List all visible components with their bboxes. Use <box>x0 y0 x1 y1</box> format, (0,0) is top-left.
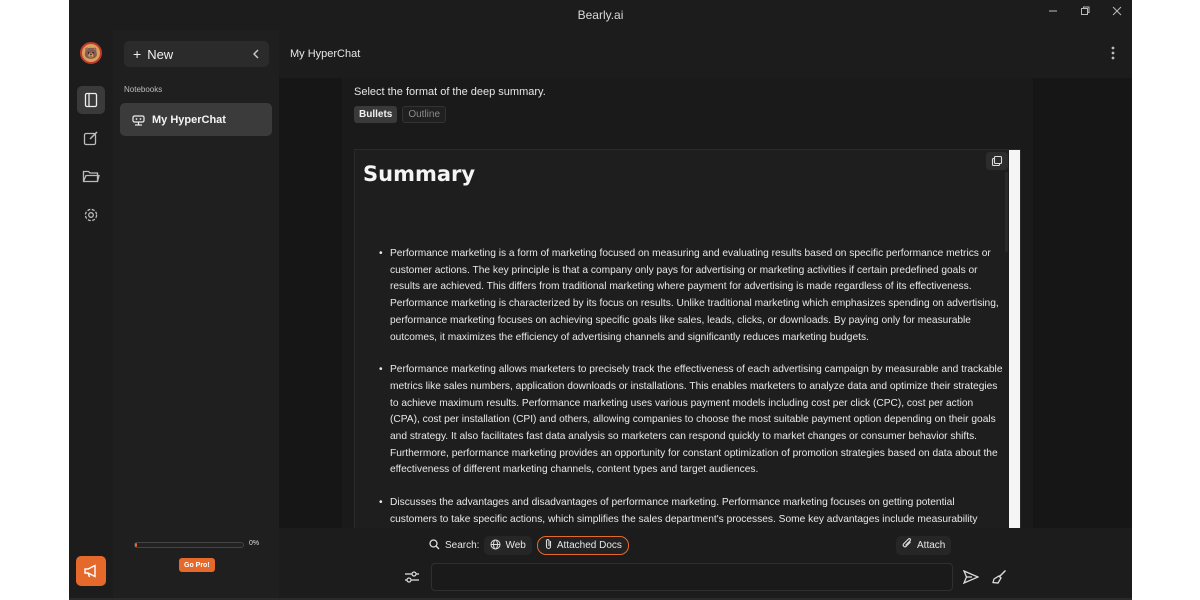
attach-button[interactable]: Attach <box>896 536 952 555</box>
message-input[interactable] <box>431 563 953 591</box>
attached-docs-label: Attached Docs <box>556 540 622 551</box>
notebook-icon[interactable] <box>77 86 105 114</box>
summary-panel: Select the format of the deep summary. B… <box>342 78 1033 528</box>
format-option-outline[interactable]: Outline <box>402 106 447 123</box>
summary-title: Summary <box>363 162 476 186</box>
notebook-item-label: My HyperChat <box>152 113 226 126</box>
page-title: My HyperChat <box>290 48 361 60</box>
usage-percent: 0% <box>249 540 260 547</box>
scrollbar-track[interactable] <box>1009 150 1020 528</box>
web-label: Web <box>505 540 526 551</box>
format-tabs: Bullets Outline <box>354 106 447 123</box>
new-button-label: New <box>147 46 174 62</box>
search-label: Search: <box>445 540 480 551</box>
paperclip-icon <box>902 538 913 553</box>
list-item: Performance marketing is a form of marke… <box>379 246 1004 346</box>
summary-box: Summary Performance marketing is a form … <box>354 149 1021 528</box>
search-icon <box>429 538 440 553</box>
hyperchat-icon <box>132 114 145 126</box>
attached-docs-toggle[interactable]: Attached Docs <box>536 536 629 555</box>
paperclip-icon <box>544 538 553 553</box>
search-options: Search: Web Attached Docs <box>429 536 629 555</box>
usage-bar-fill <box>135 543 138 547</box>
minimize-icon[interactable] <box>1044 2 1062 20</box>
compose-icon[interactable] <box>77 124 105 152</box>
more-options-icon[interactable] <box>1111 46 1115 60</box>
web-search-toggle[interactable]: Web <box>484 536 532 555</box>
notebooks-section-label: Notebooks <box>124 85 163 94</box>
sliders-icon[interactable] <box>404 570 420 588</box>
settings-icon[interactable] <box>77 201 105 229</box>
send-icon[interactable] <box>962 569 980 589</box>
folder-icon[interactable] <box>77 162 105 190</box>
title-bar: Bearly.ai <box>69 0 1132 30</box>
composer-bar: Search: Web Attached Docs Attach <box>279 528 1132 598</box>
globe-icon <box>490 539 501 553</box>
usage-bar <box>134 542 244 548</box>
notebook-item-my-hyperchat[interactable]: My HyperChat <box>120 103 272 136</box>
icon-rail: 🐻 <box>69 30 113 598</box>
plus-icon: + <box>133 46 142 62</box>
main-panel: My HyperChat Select the format of the de… <box>279 30 1132 598</box>
copy-icon[interactable] <box>986 152 1008 170</box>
app-window: Bearly.ai 🐻 + New Notebooks My HyperChat… <box>69 0 1132 600</box>
window-title: Bearly.ai <box>577 8 624 22</box>
inner-scrollbar[interactable] <box>1005 172 1008 252</box>
list-item: Performance marketing allows marketers t… <box>379 362 1004 479</box>
main-header: My HyperChat <box>279 30 1132 78</box>
sidebar: + New Notebooks My HyperChat 0% Go Pro! <box>113 30 279 598</box>
list-item: Discusses the advantages and disadvantag… <box>379 495 1004 528</box>
go-pro-button[interactable]: Go Pro! <box>179 558 215 572</box>
window-controls <box>1044 0 1126 22</box>
summary-bullets: Performance marketing is a form of marke… <box>379 246 1004 528</box>
clear-chat-icon[interactable] <box>992 569 1007 589</box>
format-option-bullets[interactable]: Bullets <box>354 106 398 123</box>
megaphone-icon[interactable] <box>76 556 106 586</box>
collapse-sidebar-icon[interactable] <box>252 47 260 62</box>
new-button[interactable]: + New <box>124 41 269 67</box>
format-prompt: Select the format of the deep summary. <box>354 86 546 98</box>
attach-label: Attach <box>917 540 946 551</box>
restore-icon[interactable] <box>1076 2 1094 20</box>
avatar[interactable]: 🐻 <box>80 42 102 64</box>
close-icon[interactable] <box>1108 2 1126 20</box>
